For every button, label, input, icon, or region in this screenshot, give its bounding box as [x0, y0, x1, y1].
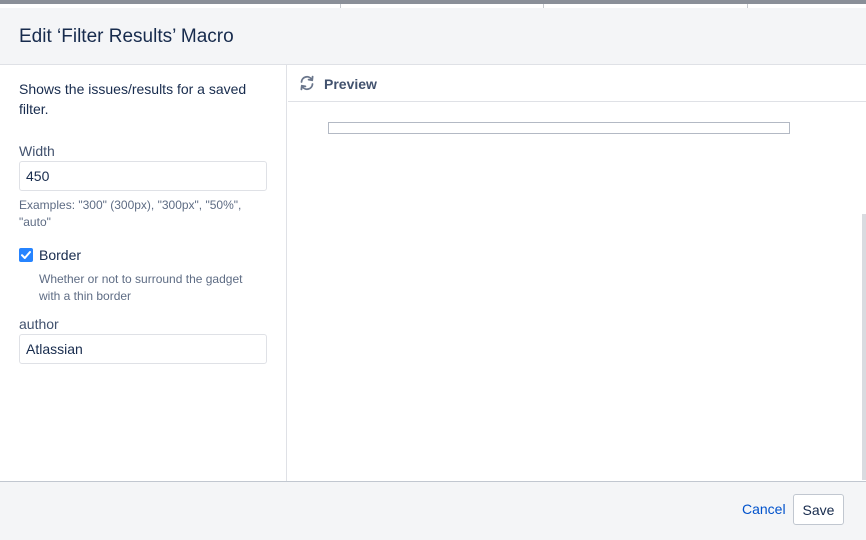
- preview-label: Preview: [324, 76, 377, 92]
- edit-macro-dialog: Edit ‘Filter Results’ Macro Shows the is…: [0, 0, 866, 540]
- preview-header: Preview: [288, 65, 866, 102]
- checkmark-icon: [21, 251, 31, 259]
- cancel-link[interactable]: Cancel: [742, 501, 786, 517]
- dialog-footer: Cancel Save: [0, 481, 866, 540]
- width-input[interactable]: [19, 161, 267, 191]
- dialog-header: Edit ‘Filter Results’ Macro: [0, 8, 866, 65]
- macro-parameters-panel: Shows the issues/results for a saved fil…: [0, 65, 287, 481]
- scrollbar-edge: [862, 214, 866, 480]
- dialog-title: Edit ‘Filter Results’ Macro: [19, 26, 234, 47]
- author-label: author: [19, 316, 59, 332]
- preview-panel: Preview: [288, 65, 866, 481]
- border-hint: Whether or not to surround the gadget wi…: [39, 272, 243, 303]
- save-button[interactable]: Save: [793, 494, 844, 525]
- refresh-icon[interactable]: [298, 74, 316, 92]
- border-checkbox[interactable]: [19, 248, 33, 262]
- border-label: Border: [39, 247, 82, 263]
- width-hint: Examples: "300" (300px), "300px", "50%",…: [19, 198, 242, 229]
- author-input[interactable]: [19, 334, 267, 364]
- macro-description: Shows the issues/results for a saved fil…: [19, 81, 247, 117]
- width-label: Width: [19, 143, 55, 159]
- preview-frame: [328, 122, 790, 134]
